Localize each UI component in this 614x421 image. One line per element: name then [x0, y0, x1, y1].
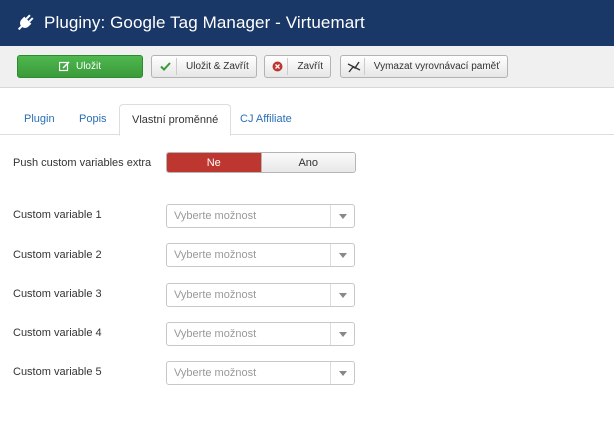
- custom-variable-4-select[interactable]: Vyberte možnost: [166, 322, 355, 346]
- save-close-button[interactable]: Uložit & Zavřít: [151, 55, 257, 78]
- custom-variable-3-label: Custom variable 3: [13, 288, 102, 300]
- tab-bar: Plugin Popis Vlastní proměnné CJ Affilia…: [0, 104, 614, 136]
- check-icon: [155, 58, 177, 75]
- custom-variable-1-select[interactable]: Vyberte možnost: [166, 204, 355, 228]
- caret-down-icon[interactable]: [330, 205, 354, 227]
- select-placeholder: Vyberte možnost: [174, 289, 257, 301]
- clear-cache-label: Vymazat vyrovnávací paměť: [373, 61, 500, 72]
- tab-popis[interactable]: Popis: [67, 104, 119, 135]
- page-title: Pluginy: Google Tag Manager - Virtuemart: [44, 13, 365, 32]
- select-placeholder: Vyberte možnost: [174, 367, 257, 379]
- push-variables-toggle: Ne Ano: [166, 152, 356, 173]
- tab-custom-variables[interactable]: Vlastní proměnné: [119, 104, 232, 136]
- toolbar: Uložit Uložit & Zavřít Zavřít Vymazat vy…: [0, 46, 614, 88]
- save-label: Uložit: [75, 61, 101, 72]
- flash-icon: [344, 58, 365, 75]
- custom-variable-4-label: Custom variable 4: [13, 327, 102, 339]
- custom-variable-2-label: Custom variable 2: [13, 249, 102, 261]
- save-button[interactable]: Uložit: [17, 55, 143, 78]
- caret-down-icon[interactable]: [330, 244, 354, 266]
- select-placeholder: Vyberte možnost: [174, 328, 257, 340]
- select-placeholder: Vyberte možnost: [174, 249, 257, 261]
- toggle-option-no[interactable]: Ne: [167, 153, 261, 172]
- caret-down-icon[interactable]: [330, 362, 354, 384]
- caret-down-icon[interactable]: [330, 323, 354, 345]
- caret-down-icon[interactable]: [330, 284, 354, 306]
- save-close-label: Uložit & Zavřít: [186, 61, 249, 72]
- push-variables-label: Push custom variables extra: [13, 157, 152, 169]
- custom-variable-3-select[interactable]: Vyberte možnost: [166, 283, 355, 307]
- custom-variable-1-label: Custom variable 1: [13, 209, 102, 221]
- plug-icon: [15, 13, 35, 33]
- custom-variable-2-select[interactable]: Vyberte možnost: [166, 243, 355, 267]
- custom-variable-5-label: Custom variable 5: [13, 366, 102, 378]
- select-placeholder: Vyberte možnost: [174, 210, 257, 222]
- custom-variable-5-select[interactable]: Vyberte možnost: [166, 361, 355, 385]
- clear-cache-button[interactable]: Vymazat vyrovnávací paměť: [340, 55, 508, 78]
- close-label: Zavřít: [297, 61, 323, 72]
- page-header: Pluginy: Google Tag Manager - Virtuemart: [0, 0, 614, 46]
- edit-icon: [58, 61, 70, 72]
- tab-cj-affiliate[interactable]: CJ Affiliate: [228, 104, 304, 135]
- close-circle-icon: [268, 58, 289, 75]
- tab-plugin[interactable]: Plugin: [12, 104, 67, 135]
- toggle-option-yes[interactable]: Ano: [260, 153, 355, 172]
- close-button[interactable]: Zavřít: [264, 55, 331, 78]
